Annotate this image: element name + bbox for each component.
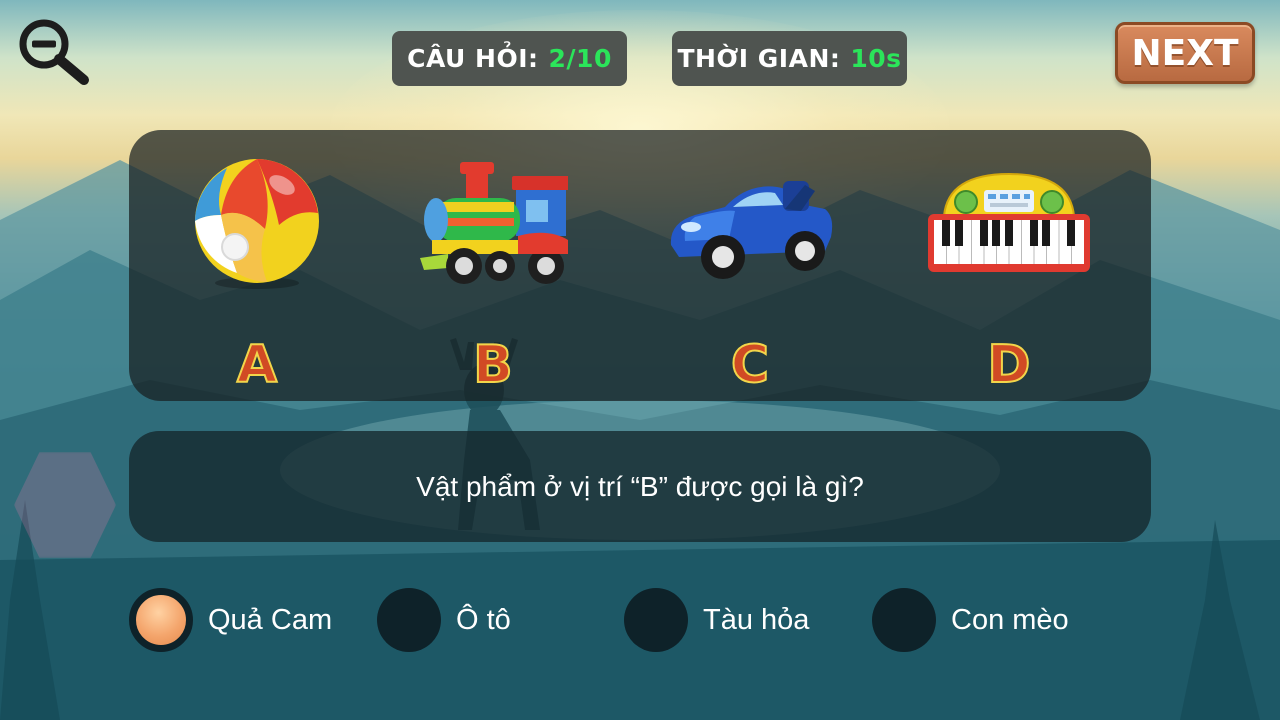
question-counter: CÂU HỎI: 2/10 [392, 31, 627, 86]
option-3[interactable]: Tàu hỏa [624, 588, 809, 652]
beach-ball-icon [195, 159, 319, 289]
zoom-out-button[interactable] [16, 16, 90, 86]
option-radio[interactable] [872, 588, 936, 652]
items-panel: A B C D [129, 130, 1151, 401]
question-text: Vật phẩm ở vị trí “B” được gọi là gì? [416, 470, 864, 502]
item-b: B [403, 150, 583, 396]
toy-car-icon [670, 181, 833, 279]
toy-piano-icon [928, 172, 1090, 272]
option-4[interactable]: Con mèo [872, 588, 1069, 652]
item-letter: D [986, 334, 1031, 396]
item-letter: C [730, 334, 770, 396]
zoom-out-icon [19, 19, 89, 85]
option-label: Quả Cam [208, 603, 333, 636]
question-counter-value: 2/10 [548, 44, 612, 73]
option-label: Con mèo [951, 603, 1069, 636]
item-letter: B [472, 334, 514, 396]
option-label: Tàu hỏa [703, 603, 810, 636]
question-counter-label: CÂU HỎI: [407, 44, 539, 73]
next-button[interactable]: NEXT [1115, 22, 1255, 84]
timer-label: THỜI GIAN: [677, 44, 841, 73]
option-radio[interactable] [377, 588, 441, 652]
item-a: A [167, 150, 347, 396]
timer: THỜI GIAN: 10s [672, 31, 907, 86]
timer-value: 10s [850, 44, 902, 73]
option-radio[interactable] [624, 588, 688, 652]
option-2[interactable]: Ô tô [377, 588, 511, 652]
item-letter: A [236, 334, 278, 396]
option-label: Ô tô [456, 603, 511, 636]
item-c: C [660, 150, 840, 396]
item-d: D [919, 150, 1099, 396]
option-1[interactable]: Quả Cam [129, 588, 332, 652]
toy-train-icon [420, 161, 568, 284]
option-radio[interactable] [129, 588, 193, 652]
question-panel: Vật phẩm ở vị trí “B” được gọi là gì? [129, 431, 1151, 542]
